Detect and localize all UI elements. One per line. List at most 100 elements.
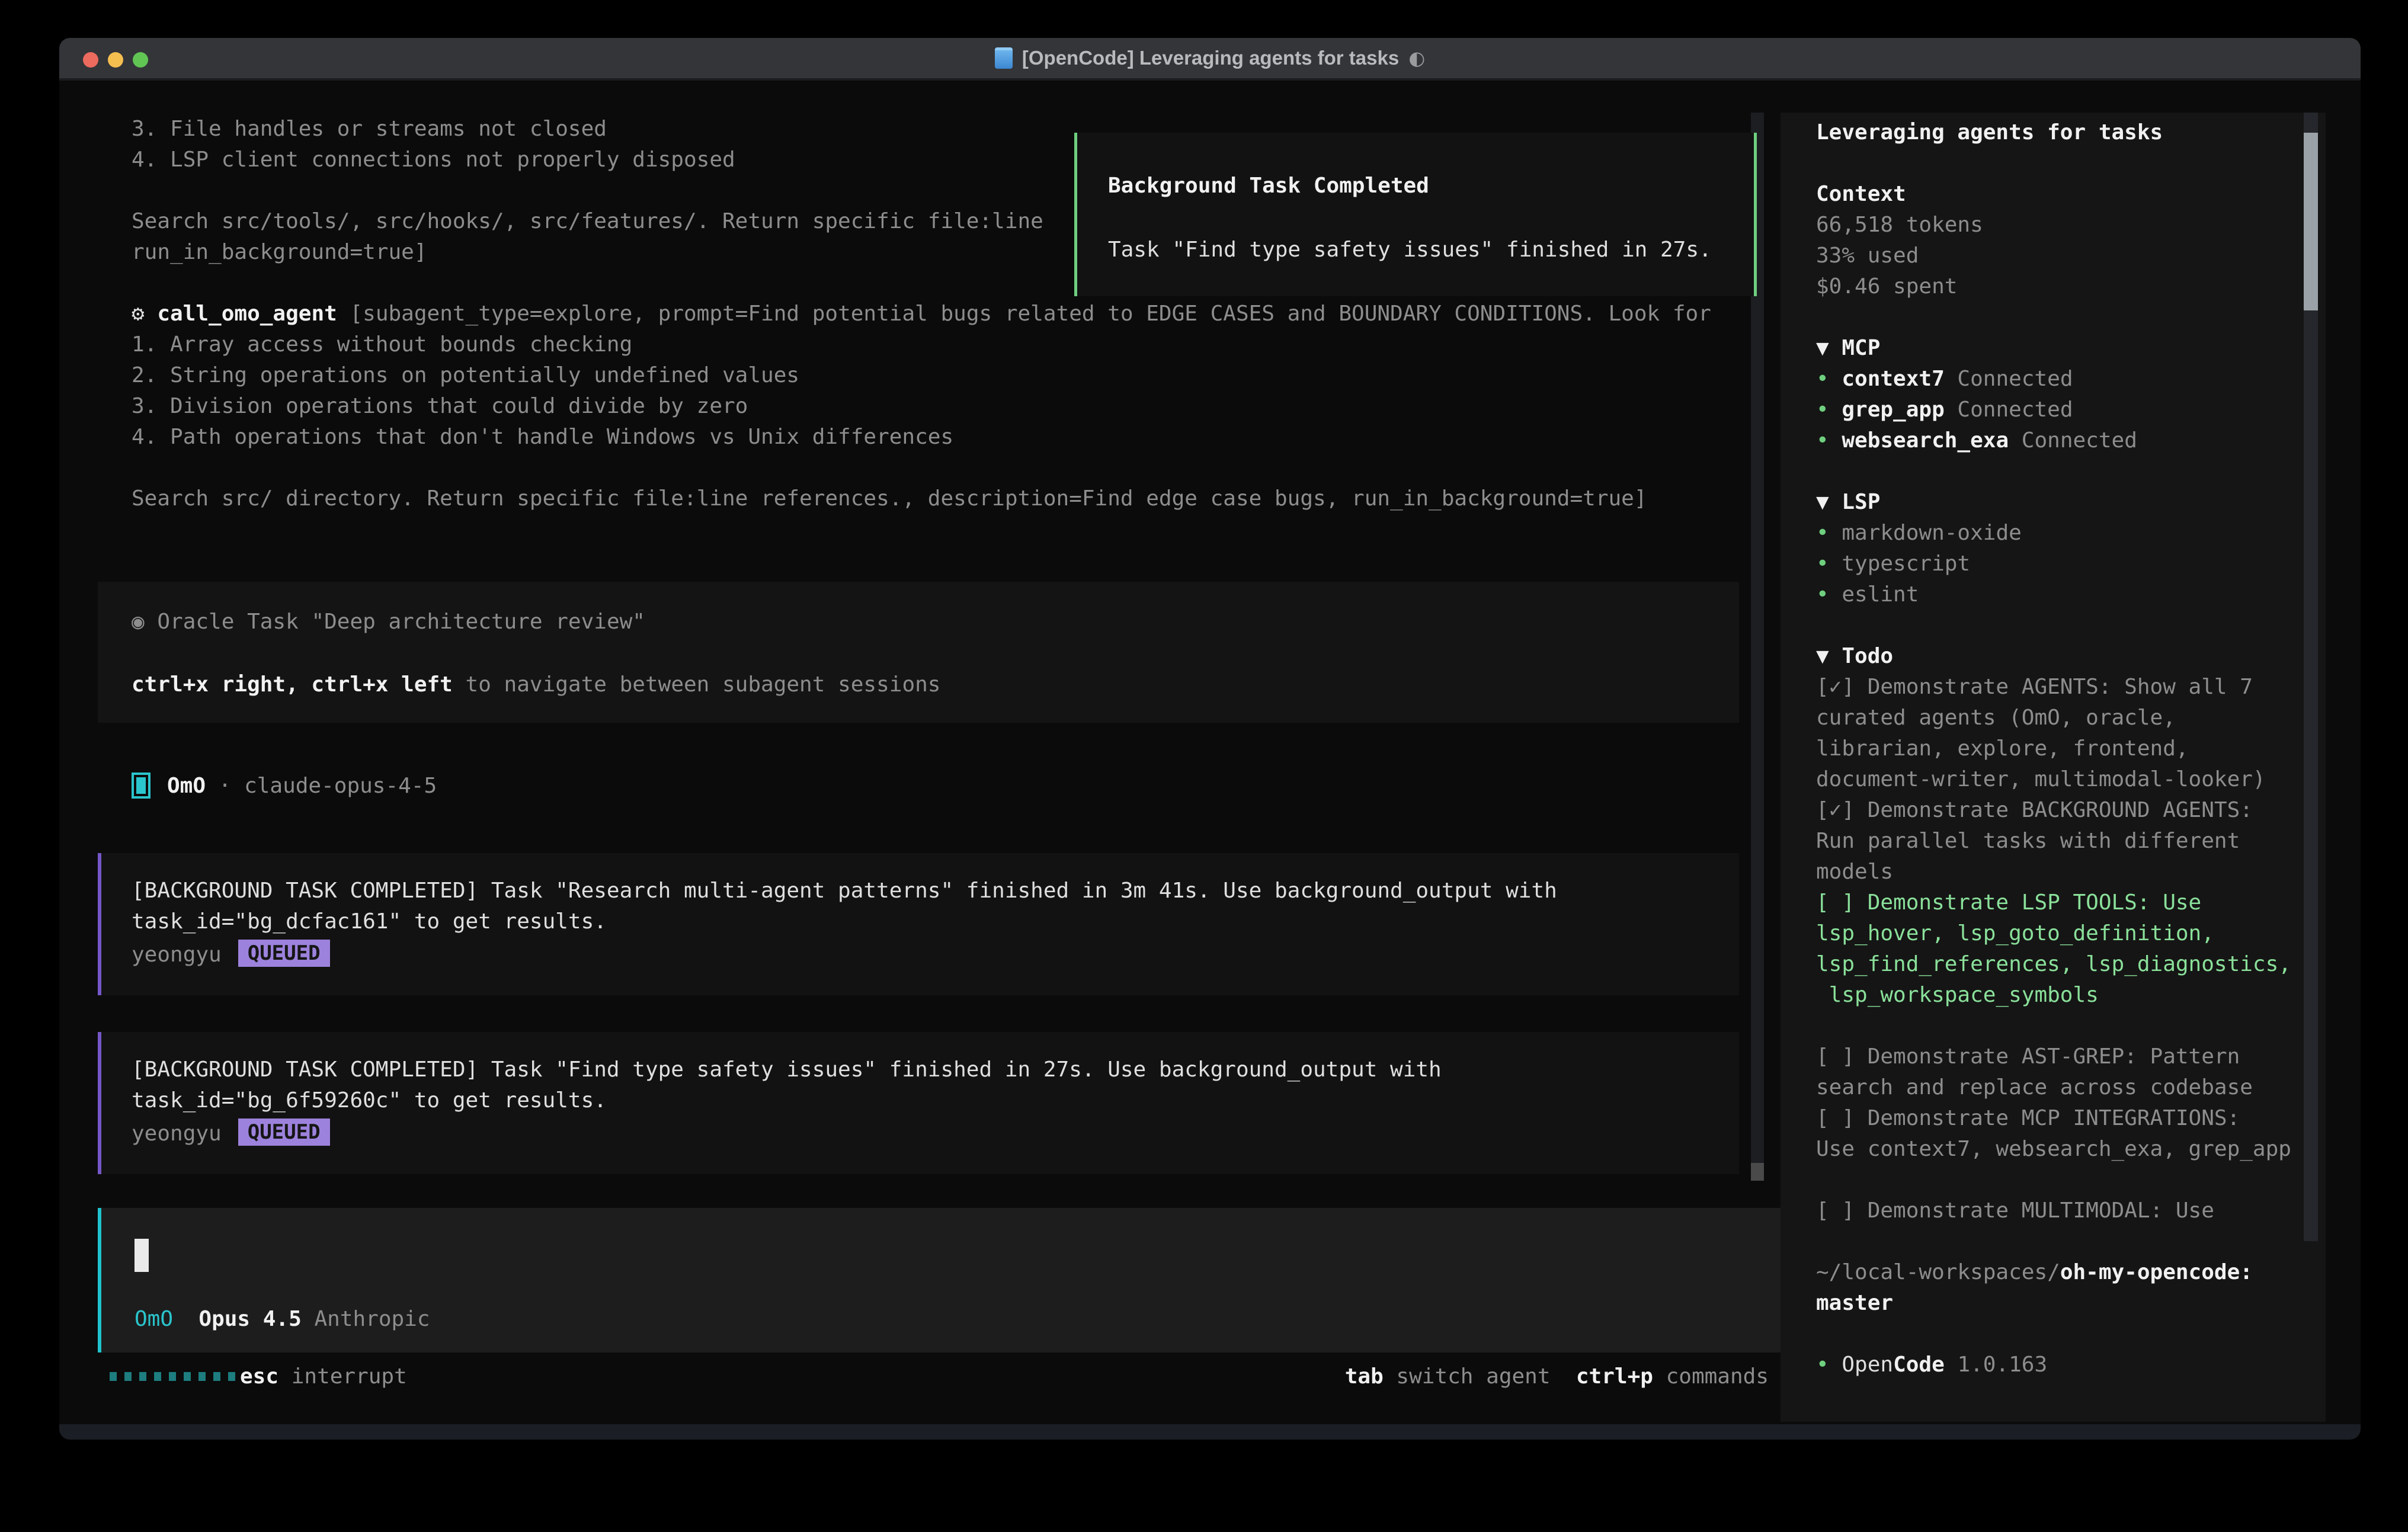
status-dot-icon: •: [1816, 428, 1842, 453]
prompt-input[interactable]: OmO Opus 4.5 Anthropic: [98, 1208, 1791, 1352]
username: yeongyu: [132, 1121, 222, 1146]
task-result-line2: task_id="bg_6f59260c" to get results.: [132, 1085, 607, 1116]
tab-key-label: tab: [1345, 1364, 1384, 1389]
spacer: [173, 1304, 198, 1335]
interrupt-hint: esc interrupt: [240, 1361, 407, 1392]
terminal-window: [OpenCode] Leveraging agents for tasks ◐…: [59, 38, 2361, 1440]
omo-agent-icon: [132, 773, 150, 799]
workspace-repo: oh-my-opencode:: [2060, 1260, 2253, 1284]
todo-line-active: lsp_workspace_symbols: [1816, 980, 2326, 1011]
opencode-name-b: Code: [1893, 1352, 1945, 1377]
close-window-button[interactable]: [83, 52, 98, 68]
traffic-lights: [83, 52, 148, 68]
lsp-name: typescript: [1842, 552, 1970, 576]
sidebar-scrollbar-thumb[interactable]: [2304, 133, 2318, 310]
todo-line: librarian, explore, frontend,: [1816, 733, 2326, 764]
opencode-name-a: Open: [1842, 1352, 1893, 1377]
tool-call-list-item: 3. Division operations that could divide…: [132, 391, 748, 422]
sidebar-scrollbar[interactable]: [2304, 113, 2318, 1241]
shortcut-hints: tab switch agent ctrl+p commands: [1345, 1361, 1769, 1392]
ctrlp-key-label: ctrl+p: [1576, 1364, 1653, 1389]
agent-name: OmO: [167, 774, 206, 798]
todo-heading: Todo: [1842, 644, 1893, 668]
keyboard-shortcut: ctrl+x right, ctrl+x left: [132, 672, 453, 697]
notification-body: Task "Find type safety issues" finished …: [1108, 235, 1712, 265]
mcp-name: grep_app: [1842, 398, 1944, 422]
todo-line: [ ] Demonstrate MCP INTEGRATIONS:: [1816, 1103, 2326, 1134]
chevron-down-icon: ▼: [1816, 490, 1842, 514]
input-provider-name: Anthropic: [314, 1304, 430, 1335]
workspace-path: ~/local-workspaces/oh-my-opencode:: [1816, 1257, 2326, 1288]
mcp-status: Connected: [1945, 398, 2073, 422]
context-used: 33% used: [1816, 241, 2326, 271]
todo-line: curated agents (OmO, oracle,: [1816, 703, 2326, 733]
main-scrollbar-thumb[interactable]: [1751, 1163, 1764, 1181]
tool-call-name: call_omo_agent: [157, 302, 337, 326]
opencode-version: 1.0.163: [1945, 1352, 2047, 1377]
task-result-line1: [BACKGROUND TASK COMPLETED] Task "Resear…: [132, 876, 1557, 906]
sidebar-session-title: Leveraging agents for tasks: [1816, 117, 2326, 148]
mcp-status: Connected: [1945, 367, 2073, 391]
tool-call-list-item: 4. Path operations that don't handle Win…: [132, 422, 953, 453]
gear-icon: ⚙: [132, 302, 157, 326]
mcp-status: Connected: [2009, 428, 2137, 453]
todo-line: search and replace across codebase: [1816, 1072, 2326, 1103]
mcp-section-header[interactable]: ▼ MCP: [1816, 333, 2326, 364]
commands-label: commands: [1653, 1364, 1769, 1389]
status-dot-icon: •: [1816, 552, 1842, 576]
lsp-section-header[interactable]: ▼ LSP: [1816, 487, 2326, 518]
record-icon: ◉: [132, 610, 157, 634]
todo-line-active: lsp_find_references, lsp_diagnostics,: [1816, 949, 2326, 980]
spacer: [1551, 1364, 1576, 1389]
mcp-name: websearch_exa: [1842, 428, 2009, 453]
switch-agent-label: switch agent: [1384, 1364, 1551, 1389]
status-dot-icon: •: [1816, 521, 1842, 545]
todo-line: Run parallel tasks with different: [1816, 826, 2326, 857]
tool-call-args: [subagent_type=explore, prompt=Find pote…: [337, 302, 1711, 326]
minimize-window-button[interactable]: [108, 52, 123, 68]
oracle-hint-line: ctrl+x right, ctrl+x left to navigate be…: [132, 669, 940, 700]
workspace-branch: master: [1816, 1288, 2326, 1319]
todo-line: [ ] Demonstrate MULTIMODAL: Use: [1816, 1196, 2326, 1226]
text-cursor: [135, 1239, 149, 1272]
tool-call-list-item: 1. Array access without bounds checking: [132, 329, 632, 360]
status-dot-icon: •: [1816, 582, 1842, 607]
notification-title: Background Task Completed: [1108, 171, 1429, 201]
context-heading: Context: [1816, 179, 2326, 210]
task-result-block: [BACKGROUND TASK COMPLETED] Task "Resear…: [98, 853, 1739, 995]
input-agent-name[interactable]: OmO: [135, 1304, 173, 1335]
tool-call-list-item: 2. String operations on potentially unde…: [132, 360, 799, 391]
opencode-document-icon: [995, 47, 1013, 69]
zoom-window-button[interactable]: [133, 52, 148, 68]
context-tokens: 66,518 tokens: [1816, 210, 2326, 241]
lsp-heading: LSP: [1842, 490, 1880, 514]
hint-text: to navigate between subagent sessions: [453, 672, 941, 697]
lsp-item: • eslint: [1816, 579, 2326, 610]
todo-line: document-writer, multimodal-looker): [1816, 764, 2326, 795]
window-title: [OpenCode] Leveraging agents for tasks: [1022, 47, 1399, 69]
tool-call-line: ⚙ call_omo_agent [subagent_type=explore,…: [132, 299, 1711, 329]
input-model-name[interactable]: Opus 4.5: [198, 1304, 301, 1335]
agent-chip: OmO · claude-opus-4-5: [132, 773, 437, 799]
todo-line: Use context7, websearch_exa, grep_app: [1816, 1134, 2326, 1165]
tool-call-tail: Search src/ directory. Return specific f…: [132, 483, 1647, 514]
todo-line-active: [ ] Demonstrate LSP TOOLS: Use: [1816, 887, 2326, 918]
separator-dot: ·: [206, 774, 244, 798]
log-line: run_in_background=true]: [132, 237, 427, 268]
status-dot-icon: •: [1816, 398, 1842, 422]
lsp-item: • typescript: [1816, 549, 2326, 579]
todo-section-header[interactable]: ▼ Todo: [1816, 641, 2326, 672]
session-sidebar: Leveraging agents for tasks Context 66,5…: [1781, 113, 2326, 1422]
status-dot-icon: •: [1816, 1352, 1842, 1377]
oracle-task-title: Oracle Task "Deep architecture review": [157, 610, 645, 634]
background-task-notification: Background Task Completed Task "Find typ…: [1074, 133, 1757, 296]
task-result-block: [BACKGROUND TASK COMPLETED] Task "Find t…: [98, 1032, 1739, 1174]
mcp-item: • grep_app Connected: [1816, 395, 2326, 425]
todo-line: [✓] Demonstrate AGENTS: Show all 7: [1816, 672, 2326, 703]
window-bottom-edge: [59, 1424, 2361, 1440]
lsp-name: eslint: [1842, 582, 1919, 607]
task-result-meta: yeongyuQUEUED: [132, 1118, 330, 1149]
oracle-task-box: ◉ Oracle Task "Deep architecture review"…: [98, 582, 1739, 723]
log-line: 3. File handles or streams not closed: [132, 114, 607, 145]
lsp-name: markdown-oxide: [1842, 521, 2021, 545]
